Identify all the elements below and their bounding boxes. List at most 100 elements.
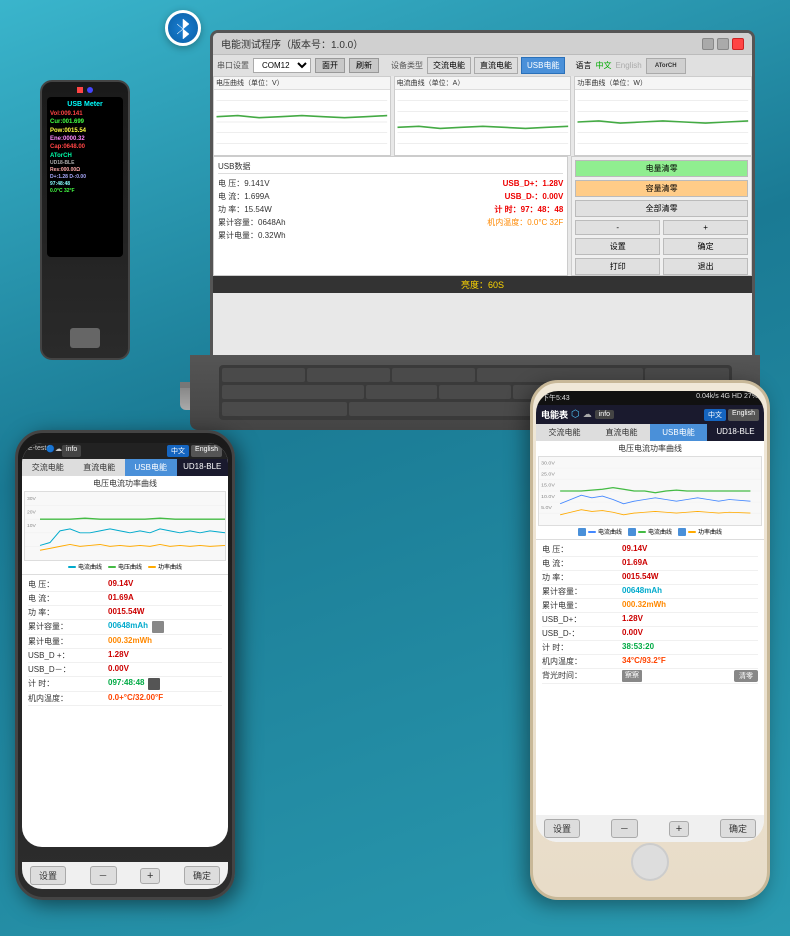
left-timer-val: 097:48:48	[108, 678, 144, 690]
right-home-button[interactable]	[631, 843, 669, 881]
left-capacity-key: 累计容量：	[28, 621, 108, 633]
btn-capacity-clear[interactable]: 容量清零	[575, 180, 748, 197]
phone-right-chart-section: 电压电流功率曲线 30.0V 25.0V 15.0V 10.0V 5.0V	[536, 441, 764, 540]
left-energy-key: 累计电量：	[28, 636, 108, 647]
left-capacity-icon	[152, 621, 164, 633]
tab-usb-power[interactable]: USB电能	[521, 57, 565, 74]
lang-cn[interactable]: 中文	[595, 60, 611, 71]
power-chart-label: 功率曲线（单位：W）	[575, 77, 751, 90]
voltage-chart: 电压曲线（单位：V）	[213, 76, 391, 156]
phone-right-screen: 下午5:43 0.04k/s 4G HD 27% 电能表 ⬡ ☁ info 中文…	[536, 391, 764, 842]
right-timer-val: 38:53:20	[622, 642, 654, 653]
right-lang-en[interactable]: English	[728, 409, 759, 421]
right-backlight-key: 背光时间：	[542, 670, 622, 682]
left-timer-key: 计 时：	[28, 678, 108, 690]
current-key: 电 流：1.699A	[218, 191, 270, 202]
usb-device: USB Meter Vol:009.141 Cur:001.699 Pow:00…	[30, 80, 140, 400]
tab-ble[interactable]: UD18-BLE	[177, 459, 229, 476]
usb-device-screen: USB Meter Vol:009.141 Cur:001.699 Pow:00…	[47, 97, 123, 257]
right-tab-usb[interactable]: USB电能	[650, 424, 707, 441]
phone-right-status: 下午5:43 0.04k/s 4G HD 27%	[536, 391, 764, 405]
laptop-title: 电能测试程序（版本号：1.0.0）	[221, 36, 702, 51]
right-legend-2: 电流曲线	[648, 527, 672, 536]
right-settings-btn[interactable]: 设置	[544, 819, 580, 838]
left-usbdm-val: 0.00V	[108, 664, 129, 675]
legend-voltage: 电压曲线	[118, 562, 142, 571]
legend-power: 功率曲线	[158, 562, 182, 571]
left-temp-val: 0.0+°C/32.00°F	[108, 693, 163, 704]
btn-voltage-clear[interactable]: 电量清零	[575, 160, 748, 177]
right-tab-ble[interactable]: UD18-BLE	[707, 424, 764, 441]
right-usbdm-key: USB_D-：	[542, 628, 622, 639]
phone-right-header: 电能表 ⬡ ☁ info 中文 English	[536, 405, 764, 424]
right-plus-btn[interactable]: +	[669, 821, 689, 837]
btn-all-clear[interactable]: 全部清零	[575, 200, 748, 217]
open-btn[interactable]: 面开	[315, 58, 345, 73]
right-tab-dc[interactable]: 直流电能	[593, 424, 650, 441]
usb-data-panel: USB数据 电 压：9.141V USB_D+：1.28V 电 流：1.699A…	[213, 156, 568, 276]
tab-ac-power[interactable]: 交流电能	[427, 57, 471, 74]
phone-left-bt-icon: 🔵	[46, 445, 55, 457]
phone-left-info: info	[62, 445, 81, 457]
tab-usb[interactable]: USB电能	[125, 459, 177, 476]
right-legend-cb-1[interactable]	[578, 528, 586, 536]
btn-print[interactable]: 打印	[575, 258, 660, 275]
left-voltage-val: 09.14V	[108, 579, 133, 590]
phone-left-chart-section: 电压电流功率曲线 30V 20V 10V	[22, 476, 228, 575]
left-capacity-val: 00648mAh	[108, 621, 148, 633]
right-energy-key: 累计电量：	[542, 600, 622, 611]
right-minus-btn[interactable]: －	[611, 819, 638, 838]
left-confirm-btn[interactable]: 确定	[184, 866, 220, 885]
phone-right-time: 下午5:43	[542, 393, 570, 403]
energy-key: 累计电量：0.32Wh	[218, 230, 286, 241]
tab-dc[interactable]: 直流电能	[74, 459, 126, 476]
right-confirm-btn[interactable]: 确定	[720, 819, 756, 838]
tab-ac[interactable]: 交流电能	[22, 459, 74, 476]
right-lang-cn[interactable]: 中文	[704, 409, 726, 421]
current-chart: 电流曲线（单位：A）	[394, 76, 572, 156]
com-select[interactable]: COM12	[253, 58, 311, 73]
btn-plus[interactable]: +	[663, 220, 748, 235]
tab-dc-power[interactable]: 直流电能	[474, 57, 518, 74]
right-tab-ac[interactable]: 交流电能	[536, 424, 593, 441]
btn-exit[interactable]: 退出	[663, 258, 748, 275]
btn-confirm[interactable]: 确定	[663, 238, 748, 255]
lang-en[interactable]: English	[615, 61, 641, 70]
controls-panel: 电量清零 容量清零 全部清零 - + 设置 确定 打印 退出	[571, 156, 752, 276]
laptop-titlebar: 电能测试程序（版本号：1.0.0）	[213, 33, 752, 55]
left-plus-btn[interactable]: +	[140, 868, 160, 884]
svg-text:10.0V: 10.0V	[541, 494, 556, 499]
phone-left: E-test 🔵 ☁ info 中文 English 交流电能 直流电能 USB…	[15, 430, 235, 900]
right-wifi-icon: ☁	[583, 409, 592, 420]
phone-left-chart-title: 电压电流功率曲线	[24, 478, 226, 489]
legend-current-dot	[68, 566, 76, 568]
right-bt-icon: ⬡	[571, 409, 580, 420]
right-app-title: 电能表	[541, 408, 568, 421]
phone-right: 下午5:43 0.04k/s 4G HD 27% 电能表 ⬡ ☁ info 中文…	[530, 380, 770, 900]
left-usbdp-val: 1.28V	[108, 650, 129, 661]
right-legend-cb-3[interactable]	[678, 528, 686, 536]
right-power-val: 0015.54W	[622, 572, 658, 583]
usb-dm-val: USB_D-：0.00V	[505, 191, 564, 202]
right-info: info	[595, 410, 614, 419]
right-temp-key: 机内温度：	[542, 656, 622, 667]
btn-minus[interactable]: -	[575, 220, 660, 235]
power-key: 功 率：15.54W	[218, 204, 272, 215]
timer-val: 计 时：97：48：48	[494, 204, 563, 215]
right-clear-btn[interactable]: 清零	[734, 670, 758, 682]
btn-settings[interactable]: 设置	[575, 238, 660, 255]
language-label: 语言	[575, 60, 591, 71]
right-voltage-key: 电 压：	[542, 544, 622, 555]
phone-right-data-list: 电 压： 09.14V 电 流： 01.69A 功 率： 0015.54W 累计…	[536, 540, 764, 815]
left-temp-key: 机内温度：	[28, 693, 108, 704]
phone-left-lang-en[interactable]: English	[191, 445, 222, 457]
refresh-btn[interactable]: 刷新	[349, 58, 379, 73]
left-current-key: 电 流：	[28, 593, 108, 604]
right-legend-3: 功率曲线	[698, 527, 722, 536]
phone-left-lang-cn[interactable]: 中文	[167, 445, 189, 457]
right-legend-cb-2[interactable]	[628, 528, 636, 536]
phone-left-nav: 设置 － + 确定	[22, 862, 228, 889]
left-settings-btn[interactable]: 设置	[30, 866, 66, 885]
left-minus-btn[interactable]: －	[90, 866, 117, 885]
current-chart-label: 电流曲线（单位：A）	[395, 77, 571, 90]
